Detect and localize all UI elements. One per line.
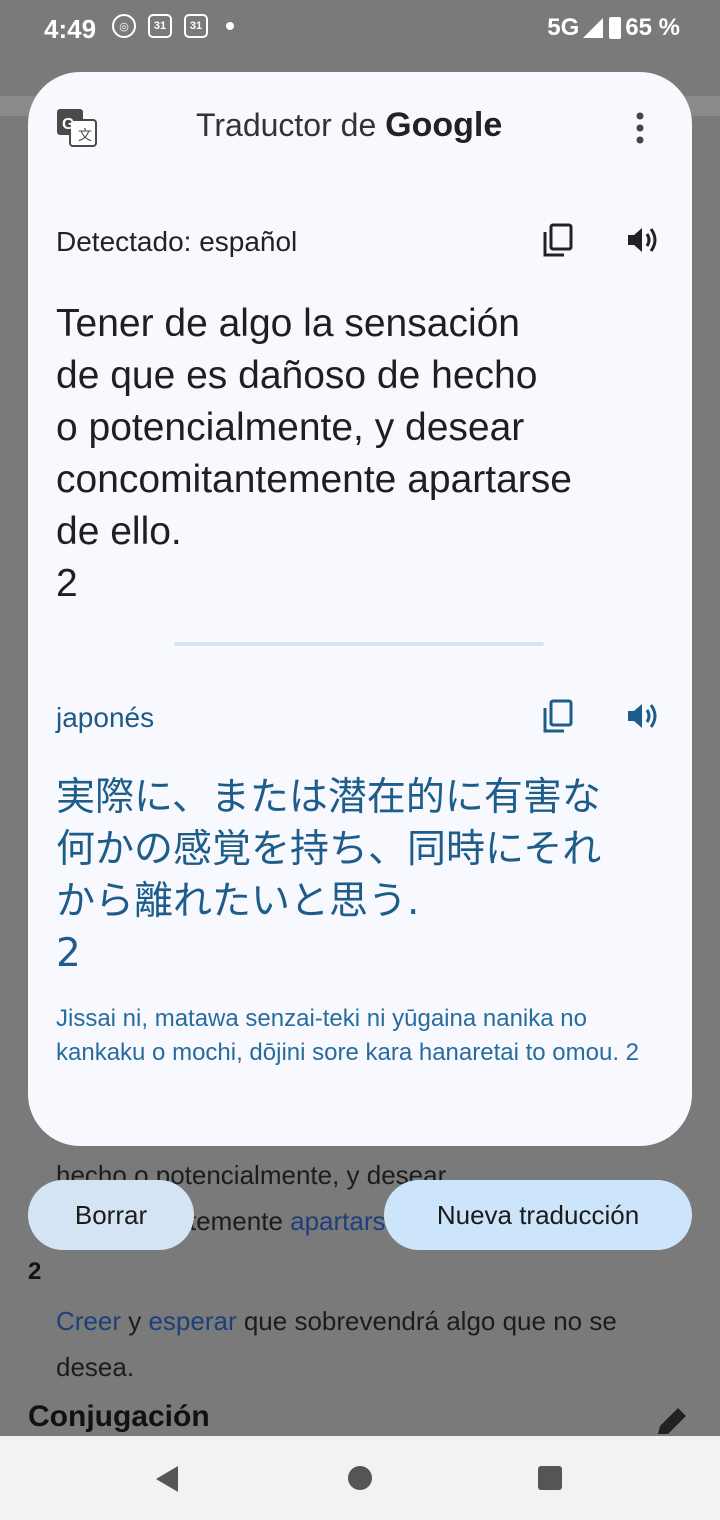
navigation-bar	[0, 1436, 720, 1520]
definition-number: 2	[28, 1258, 42, 1285]
back-icon[interactable]	[154, 1464, 180, 1494]
battery-level: 65 %	[625, 14, 680, 41]
speaker-icon[interactable]	[624, 698, 660, 734]
more-options-icon[interactable]	[632, 108, 648, 148]
new-translation-button[interactable]: Nueva traducción	[384, 1180, 692, 1250]
link-creer[interactable]: Creer	[56, 1306, 121, 1336]
romanization-text: Jissai ni, matawa senzai-teki ni yūgaina…	[56, 1005, 639, 1066]
status-right: 5G 65 %	[547, 14, 680, 42]
recents-icon[interactable]	[538, 1466, 562, 1490]
calendar-icon: 31	[148, 14, 172, 38]
definition-text: Creer y esperar que sobrevendrá algo que…	[56, 1298, 676, 1390]
link-esperar[interactable]: esperar	[148, 1306, 236, 1336]
translated-text[interactable]: 実際に、または潜在的に有害な 何かの感覚を持ち、同時にそれ から離れたいと思う.…	[56, 772, 676, 980]
calendar-icon: 31	[184, 14, 208, 38]
clear-button[interactable]: Borrar	[28, 1180, 194, 1250]
status-bar: 4:49 ◎ 31 31 5G 65 %	[0, 0, 720, 58]
battery-icon	[609, 17, 622, 39]
cast-icon: ◎	[112, 14, 136, 38]
notification-icons: ◎ 31 31	[112, 14, 234, 38]
network-label: 5G	[547, 14, 580, 41]
source-text[interactable]: Tener de algo la sensación de que es dañ…	[56, 298, 666, 610]
target-language-label: japonés	[56, 702, 155, 733]
svg-text:G: G	[62, 116, 74, 133]
edit-icon[interactable]	[654, 1406, 690, 1436]
card-title: Traductor de Google	[196, 106, 502, 145]
translate-card: G 文 Traductor de Google Detectado: españ…	[28, 72, 692, 1146]
copy-icon[interactable]	[540, 698, 576, 734]
definition-connector: y	[121, 1306, 149, 1336]
status-time: 4:49	[44, 14, 97, 44]
conjugation-heading: Conjugación	[28, 1400, 210, 1433]
speaker-icon[interactable]	[624, 222, 660, 258]
dot-icon	[226, 22, 234, 30]
svg-text:文: 文	[78, 128, 92, 144]
title-brand: Google	[385, 106, 503, 144]
divider	[174, 642, 544, 646]
home-icon[interactable]	[348, 1466, 372, 1490]
source-language-label: Detectado: español	[56, 226, 298, 257]
google-translate-logo-icon: G 文	[57, 109, 97, 147]
signal-icon	[583, 18, 604, 38]
title-prefix: Traductor de	[196, 107, 386, 143]
copy-icon[interactable]	[540, 222, 576, 258]
